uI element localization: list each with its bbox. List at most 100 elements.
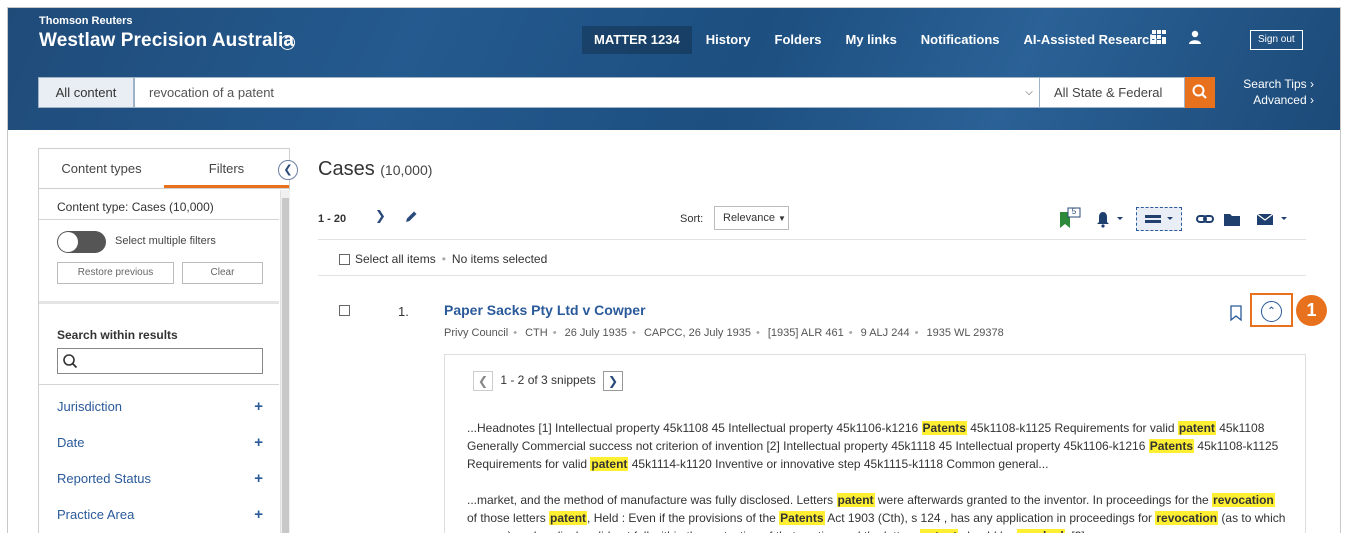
snippet-fragment: . [3] <box>1065 529 1085 533</box>
snippet-range: 1 - 2 of 3 snippets <box>500 373 596 388</box>
snippet-fragment: were afterwards granted to the inventor.… <box>874 493 1213 507</box>
link-icon <box>1196 215 1214 223</box>
top-nav: MATTER 1234 History Folders My links Not… <box>582 26 1169 54</box>
apps-grid-icon[interactable] <box>1152 30 1166 44</box>
result-number: 1. <box>398 304 409 319</box>
search-icon <box>1192 84 1207 99</box>
result-title-link[interactable]: Paper Sacks Pty Ltd v Cowper <box>444 302 646 318</box>
expand-plus-icon[interactable]: + <box>254 398 263 415</box>
nav-ai-research[interactable]: AI-Assisted Research <box>1012 26 1170 54</box>
snippet-nav: ❮ 1 - 2 of 3 snippets ❯ <box>473 371 624 391</box>
search-term-highlight: patent <box>1177 421 1216 435</box>
collapse-result-highlight: ⌃ <box>1250 293 1293 327</box>
search-term-highlight: patent <box>836 493 875 507</box>
prev-snippet-icon[interactable]: ❮ <box>473 371 493 391</box>
brand-product[interactable]: Westlaw Precision Australia <box>39 30 294 52</box>
nav-notifications[interactable]: Notifications <box>909 26 1012 54</box>
selection-status: Select all items • No items selected <box>355 252 548 266</box>
search-within-input[interactable] <box>57 348 263 374</box>
sort-label: Sort: <box>680 213 704 225</box>
folder-button[interactable]: 5 <box>1053 207 1081 231</box>
search-button[interactable] <box>1185 77 1215 108</box>
bookmark-icon[interactable] <box>1229 305 1243 321</box>
search-within-label: Search within results <box>57 328 178 342</box>
expand-plus-icon[interactable]: + <box>254 434 263 451</box>
nav-history[interactable]: History <box>694 26 763 54</box>
search-term-highlight: Patents <box>779 511 825 525</box>
filter-sidebar: Content types Filters Content type: Case… <box>38 148 290 533</box>
search-icon <box>63 354 78 369</box>
search-term-highlight: Patents <box>1148 439 1195 453</box>
advanced-search-link[interactable]: Advanced › <box>1232 92 1314 108</box>
tab-content-types[interactable]: Content types <box>39 149 164 188</box>
chevron-up-icon[interactable]: ⌃ <box>1261 301 1282 322</box>
expand-plus-icon[interactable]: + <box>254 470 263 487</box>
search-dropdown-chevron-icon[interactable]: ⌵ <box>1018 77 1040 108</box>
header-bar: Thomson Reuters Westlaw Precision Austra… <box>8 8 1340 130</box>
select-all-checkbox[interactable] <box>339 254 350 265</box>
folder-count-badge: 5 <box>1071 207 1077 216</box>
snippet-fragment: should be <box>958 529 1017 533</box>
result-count: (10,000) <box>380 162 433 178</box>
no-items-selected: No items selected <box>451 252 548 266</box>
divider <box>318 275 1306 276</box>
save-to-folder-button[interactable] <box>1220 207 1244 231</box>
result-checkbox[interactable] <box>339 305 350 316</box>
email-icon <box>1256 213 1287 225</box>
search-term-highlight: revoked <box>1016 529 1065 533</box>
select-all-label[interactable]: Select all items <box>355 252 436 266</box>
sign-out-button[interactable]: Sign out <box>1250 30 1303 50</box>
edit-pencil-icon[interactable] <box>403 209 419 225</box>
search-links: Search Tips › Advanced › <box>1232 76 1314 108</box>
copy-link-button[interactable] <box>1194 207 1216 231</box>
search-term-highlight: revocation <box>1212 493 1275 507</box>
content-type-selector[interactable]: All content <box>38 77 134 108</box>
nav-folders[interactable]: Folders <box>763 26 834 54</box>
list-view-icon <box>1145 215 1173 223</box>
scrollbar-thumb[interactable] <box>282 198 289 533</box>
restore-previous-button[interactable]: Restore previous <box>57 262 174 284</box>
next-page-icon[interactable]: ❯ <box>375 208 386 224</box>
nav-matter[interactable]: MATTER 1234 <box>582 26 692 54</box>
facet-jurisdiction[interactable]: Jurisdiction + <box>57 398 267 419</box>
content-type-label: Content type: Cases (10,000) <box>57 200 214 214</box>
jurisdiction-selector[interactable]: All State & Federal <box>1039 77 1185 108</box>
app-window: Thomson Reuters Westlaw Precision Austra… <box>7 7 1341 533</box>
pager-range: 1 - 20 <box>318 213 347 225</box>
select-multiple-label: Select multiple filters <box>115 235 216 247</box>
tab-filters[interactable]: Filters <box>164 149 289 188</box>
facet-date[interactable]: Date + <box>57 434 267 455</box>
facet-practice-area[interactable]: Practice Area + <box>57 506 267 527</box>
chevron-down-icon: ▼ <box>778 214 786 223</box>
product-switcher-icon[interactable]: ⌄ <box>280 35 295 50</box>
search-term-highlight: patent <box>549 511 588 525</box>
display-density-button[interactable] <box>1136 207 1182 231</box>
toggle-knob <box>58 232 78 252</box>
sort-select[interactable]: Relevance ▼ <box>714 206 789 230</box>
expand-plus-icon[interactable]: + <box>254 506 263 523</box>
snippet-fragment: , Held : Even if the provisions of the <box>587 511 780 525</box>
facet-reported-status[interactable]: Reported Status + <box>57 470 267 491</box>
bell-icon <box>1097 212 1123 228</box>
nav-my-links[interactable]: My links <box>834 26 909 54</box>
alert-button[interactable] <box>1093 207 1127 231</box>
snippet-fragment: Act 1903 (Cth), s 124 , has any applicat… <box>824 511 1156 525</box>
brand-company: Thomson Reuters <box>39 15 133 27</box>
snippet-fragment: ...market, and the method of manufacture… <box>467 493 837 507</box>
snippet-panel: ❮ 1 - 2 of 3 snippets ❯ ...Headnotes [1]… <box>444 354 1306 533</box>
search-term-highlight: patent <box>590 457 629 471</box>
snippet-fragment: of those letters <box>467 511 550 525</box>
search-input[interactable]: revocation of a patent <box>134 77 1041 108</box>
sidebar-tabs: Content types Filters <box>39 149 289 189</box>
search-tips-link[interactable]: Search Tips › <box>1232 76 1314 92</box>
sidebar-scrollbar[interactable] <box>280 190 290 533</box>
divider <box>39 384 279 385</box>
divider <box>39 219 279 220</box>
user-icon[interactable] <box>1188 30 1202 44</box>
collapse-sidebar-chevron-left-icon[interactable]: ❮ <box>278 160 298 180</box>
clear-button[interactable]: Clear <box>182 262 263 284</box>
snippet-fragment: 45k1108-k1125 Requirements for valid <box>966 421 1178 435</box>
next-snippet-icon[interactable]: ❯ <box>603 371 624 391</box>
select-multiple-toggle[interactable] <box>57 231 106 253</box>
email-button[interactable] <box>1253 207 1293 231</box>
